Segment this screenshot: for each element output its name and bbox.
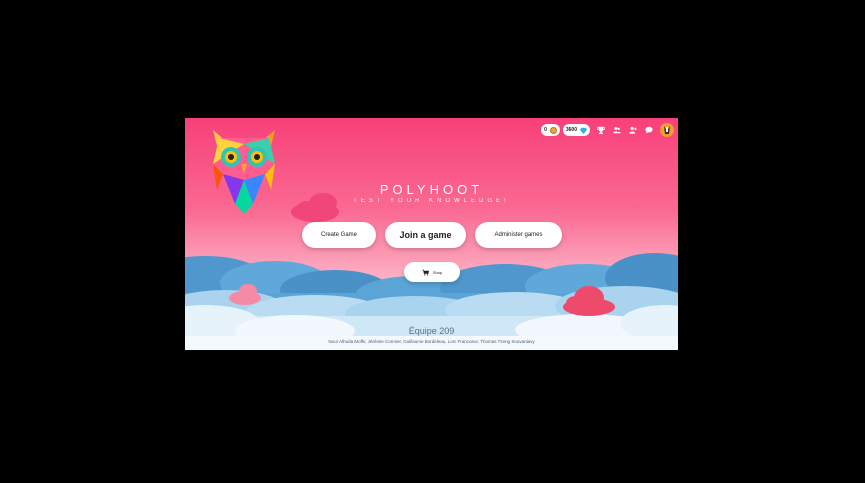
chat-button[interactable] [641,123,657,137]
friends-icon [613,126,621,134]
create-game-button[interactable]: Create Game [302,222,376,248]
app-title: POLYHOOT [379,182,484,197]
user-avatar-icon [660,123,674,137]
add-friend-button[interactable] [625,123,641,137]
administer-games-button[interactable]: Administer games [475,222,562,248]
app-window: 0 3600 POLYHOOT TEST YOUR KNOWLEDGE! Cre… [185,118,678,350]
gem-balance: 3600 [562,124,590,136]
coin-icon [549,126,557,134]
add-friend-icon [629,126,637,134]
cart-icon [422,269,429,276]
join-game-button[interactable]: Join a game [385,222,466,248]
gem-count: 3600 [565,127,577,133]
friends-button[interactable] [609,123,625,137]
leaderboard-button[interactable] [593,123,609,137]
coin-count: 0 [544,127,547,133]
shop-button[interactable]: Shop [404,262,460,282]
gem-icon [580,127,587,134]
team-name: Équipe 209 [408,326,455,336]
shop-label: Shop [432,269,443,275]
trophy-icon [597,126,605,134]
coin-balance: 0 [541,124,560,136]
team-members: Nour Alhuda Moffs, Jérémie Cormier, Guil… [328,339,535,344]
top-bar: 0 3600 [541,122,674,138]
avatar[interactable] [660,123,674,137]
chat-icon [645,126,653,134]
app-subtitle: TEST YOUR KNOWLEDGE! [353,198,510,204]
